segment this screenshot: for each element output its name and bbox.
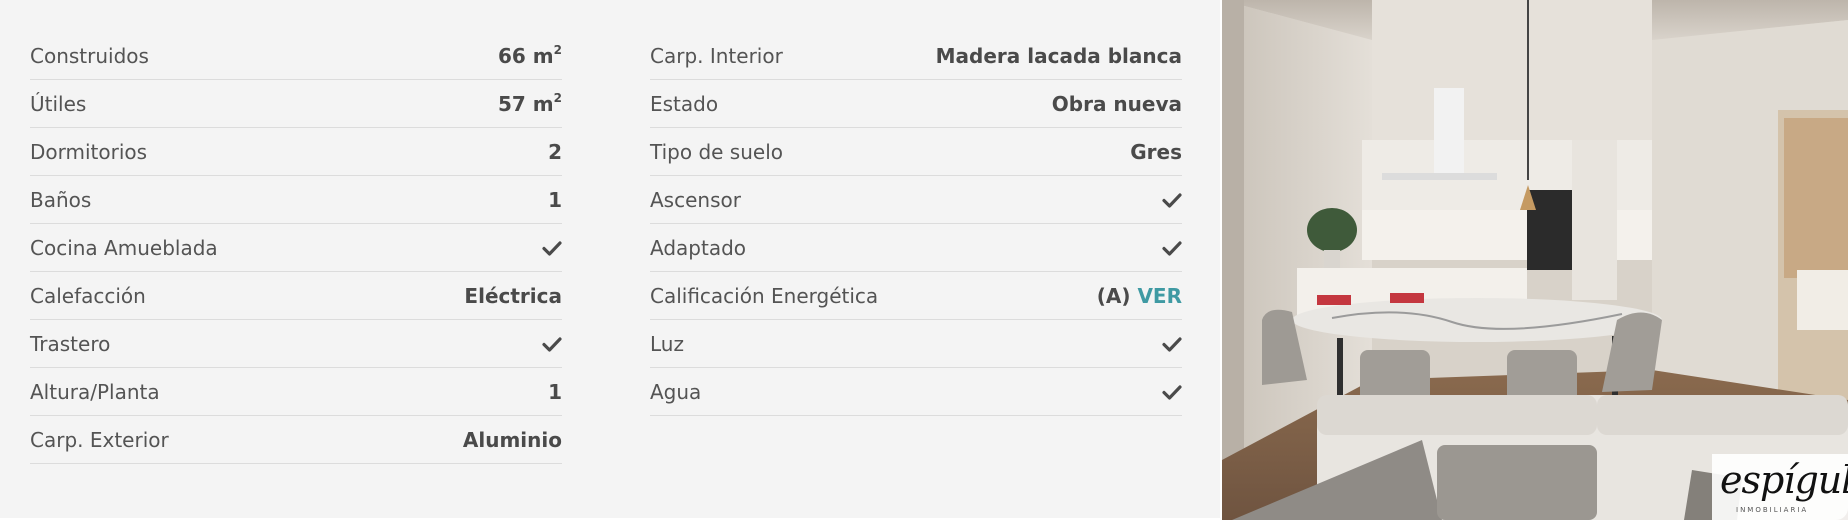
unit-superscript: 2 [553, 43, 562, 57]
feature-label: Dormitorios [30, 139, 148, 164]
feature-row: Carp. Interior Madera lacada blanca [650, 32, 1182, 80]
feature-row: Estado Obra nueva [650, 80, 1182, 128]
kitchen-photo-illustration [1222, 0, 1848, 520]
feature-row: Dormitorios 2 [30, 128, 562, 176]
feature-label: Carp. Interior [650, 43, 783, 68]
brand-logo-name: espígul [1720, 458, 1848, 502]
feature-value: 1 [548, 379, 562, 404]
feature-label: Tipo de suelo [650, 139, 783, 164]
feature-label: Construidos [30, 43, 149, 68]
feature-value: 57 m2 [498, 91, 562, 116]
feature-row: Cocina Amueblada [30, 224, 562, 272]
feature-row: Construidos 66 m2 [30, 32, 562, 80]
feature-row: Calefacción Eléctrica [30, 272, 562, 320]
feature-label: Útiles [30, 91, 87, 116]
energy-rating: (A) [1096, 283, 1131, 308]
feature-value: 1 [548, 187, 562, 212]
feature-row: Calificación Energética (A) VER [650, 272, 1182, 320]
features-panel: Construidos 66 m2 Útiles 57 m2 Dormitori… [0, 0, 1220, 518]
features-column-left: Construidos 66 m2 Útiles 57 m2 Dormitori… [30, 32, 562, 464]
feature-label: Agua [650, 379, 702, 404]
feature-row: Altura/Planta 1 [30, 368, 562, 416]
feature-row: Adaptado [650, 224, 1182, 272]
feature-value: Obra nueva [1051, 91, 1182, 116]
unit-superscript: 2 [553, 91, 562, 105]
feature-label: Baños [30, 187, 92, 212]
feature-value: Eléctrica [464, 283, 562, 308]
feature-label: Calefacción [30, 283, 146, 308]
energy-certificate-link[interactable]: VER [1137, 284, 1182, 308]
feature-label: Estado [650, 91, 719, 116]
check-icon [542, 240, 562, 256]
check-icon [1162, 240, 1182, 256]
feature-label: Trastero [30, 331, 111, 356]
feature-row: Trastero [30, 320, 562, 368]
check-icon [542, 336, 562, 352]
property-photo[interactable]: espígul INMOBILIARIA [1222, 0, 1848, 520]
feature-value: Madera lacada blanca [935, 43, 1182, 68]
feature-value: 2 [548, 139, 562, 164]
brand-logo: espígul INMOBILIARIA [1712, 454, 1848, 520]
feature-label: Cocina Amueblada [30, 235, 218, 260]
feature-row: Baños 1 [30, 176, 562, 224]
feature-label: Carp. Exterior [30, 427, 169, 452]
feature-label: Luz [650, 331, 684, 356]
brand-logo-tagline: INMOBILIARIA [1736, 506, 1809, 514]
feature-row: Agua [650, 368, 1182, 416]
feature-label: Altura/Planta [30, 379, 160, 404]
feature-row: Útiles 57 m2 [30, 80, 562, 128]
check-icon [1162, 192, 1182, 208]
check-icon [1162, 384, 1182, 400]
feature-value: Gres [1130, 139, 1182, 164]
feature-row: Tipo de suelo Gres [650, 128, 1182, 176]
feature-row: Ascensor [650, 176, 1182, 224]
feature-label: Adaptado [650, 235, 747, 260]
property-features-page: Construidos 66 m2 Útiles 57 m2 Dormitori… [0, 0, 1848, 520]
feature-label: Ascensor [650, 187, 741, 212]
feature-value: 66 m2 [498, 43, 562, 68]
features-column-right: Carp. Interior Madera lacada blanca Esta… [650, 32, 1182, 416]
feature-row: Luz [650, 320, 1182, 368]
feature-value: (A) VER [1097, 284, 1182, 308]
feature-value: Aluminio [462, 427, 562, 452]
check-icon [1162, 336, 1182, 352]
value-text: 66 m [498, 44, 554, 68]
value-text: 57 m [498, 92, 554, 116]
feature-row: Carp. Exterior Aluminio [30, 416, 562, 464]
feature-label: Calificación Energética [650, 283, 879, 308]
